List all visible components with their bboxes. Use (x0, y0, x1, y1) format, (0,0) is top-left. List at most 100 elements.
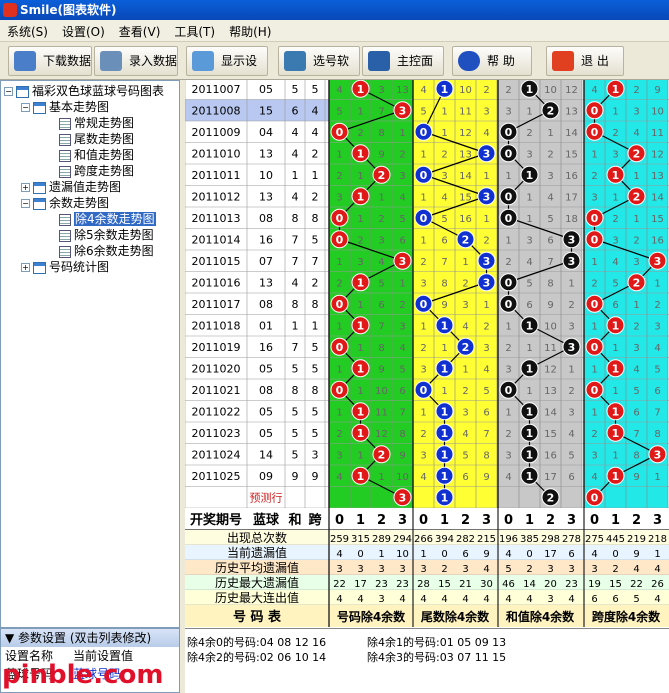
miss-value: 3 (462, 407, 468, 418)
miss-value: 1 (378, 192, 384, 203)
tree-stat[interactable]: + 号码统计图 (21, 259, 109, 275)
miss-value: 2 (612, 128, 618, 139)
ball-number: 1 (526, 362, 534, 375)
tree-mod4[interactable]: 除4余数走势图 (59, 211, 156, 227)
menu-tools[interactable]: 工具(T) (167, 20, 222, 43)
stat-value: 3 (357, 564, 363, 575)
chevron-down-icon[interactable]: ▼ (5, 631, 18, 645)
collapse-icon[interactable]: − (4, 87, 13, 96)
stat-value: 30 (480, 579, 493, 590)
miss-value: 6 (441, 235, 447, 246)
blue-ball-cell: 16 (259, 341, 273, 354)
menu-view[interactable]: 查看(V) (112, 20, 168, 43)
menu-system[interactable]: 系统(S) (0, 20, 55, 43)
header-digit: 3 (398, 513, 407, 528)
ball-number: 1 (526, 83, 534, 96)
ball-number: 1 (357, 319, 365, 332)
tree-normal[interactable]: 常规走势图 (59, 115, 134, 131)
input-label: 录入数据 (129, 54, 178, 68)
miss-value: 16 (651, 235, 664, 246)
header-digit: 0 (419, 513, 428, 528)
miss-value: 1 (526, 343, 532, 354)
stat-value: 266 (414, 534, 433, 545)
kua-cell: 2 (312, 147, 319, 160)
kua-cell: 5 (312, 405, 319, 418)
stat-value: 17 (354, 579, 367, 590)
stat-value: 0 (441, 549, 447, 560)
miss-value: 1 (336, 407, 342, 418)
stat-value: 315 (351, 534, 370, 545)
blue-ball-cell: 05 (259, 83, 273, 96)
blue-ball-cell: 08 (259, 384, 273, 397)
watermark: pinble.com (2, 660, 164, 690)
miss-value: 13 (459, 149, 472, 160)
miss-value: 10 (459, 85, 472, 96)
tree-sum[interactable]: 和值走势图 (59, 147, 134, 163)
miss-value: 1 (612, 386, 618, 397)
grid-icon (59, 149, 71, 162)
input-data-button[interactable]: 录入数据 (94, 46, 178, 76)
collapse-icon[interactable]: − (21, 103, 30, 112)
stat-value: 23 (375, 579, 388, 590)
power-icon (552, 51, 574, 71)
tree-miss[interactable]: + 遗漏值走势图 (21, 179, 121, 195)
he-cell: 1 (292, 319, 299, 332)
miss-value: 3 (357, 257, 363, 268)
miss-value: 10 (651, 106, 664, 117)
miss-value: 2 (483, 235, 489, 246)
download-data-button[interactable]: 下载数据 (8, 46, 92, 76)
help-button[interactable]: 帮 助 (452, 46, 532, 76)
ball-number: 0 (336, 233, 344, 246)
display-settings-button[interactable]: 显示设置 (186, 46, 268, 96)
collapse-icon[interactable]: − (21, 199, 30, 208)
he-cell: 6 (292, 104, 299, 117)
he-cell: 4 (292, 276, 299, 289)
stat-value: 2 (612, 564, 618, 575)
miss-value: 4 (591, 472, 597, 483)
ball-number: 0 (505, 190, 513, 203)
miss-value: 9 (483, 472, 489, 483)
ball-number: 3 (483, 190, 491, 203)
chart-tree: − 福彩双色球蓝球号码图表 − 基本走势图 常规走势图 尾数走势图 和值走势图 跨度… (0, 80, 180, 628)
miss-value: 5 (462, 450, 468, 461)
params-header[interactable]: ▼ 参数设置 (双击列表修改) (1, 629, 179, 647)
main-panel-button[interactable]: 主控面板 (362, 46, 444, 96)
miss-value: 1 (591, 364, 597, 375)
miss-value: 2 (357, 128, 363, 139)
select-software-button[interactable]: 选号软件 (278, 46, 360, 96)
miss-value: 1 (505, 171, 511, 182)
menu-settings[interactable]: 设置(O) (55, 20, 112, 43)
tree-mod6[interactable]: 除6余数走势图 (59, 243, 154, 259)
miss-value: 4 (483, 128, 489, 139)
miss-value: 14 (544, 407, 557, 418)
stat-value: 5 (505, 564, 511, 575)
period-cell: 2011009 (192, 126, 241, 139)
stat-value: 20 (544, 579, 557, 590)
miss-value: 10 (396, 472, 409, 483)
tree-span[interactable]: 跨度走势图 (59, 163, 134, 179)
stat-value: 219 (627, 534, 646, 545)
ball-number: 1 (612, 83, 620, 96)
grid-icon (59, 165, 71, 178)
blue-ball-cell: 16 (259, 233, 273, 246)
expand-icon[interactable]: + (21, 183, 30, 192)
ball-number: 0 (505, 276, 513, 289)
miss-value: 2 (336, 429, 342, 440)
tree-mod5[interactable]: 除5余数走势图 (59, 227, 154, 243)
kua-cell: 7 (312, 255, 319, 268)
miss-value: 6 (483, 407, 489, 418)
expand-icon[interactable]: + (21, 263, 30, 272)
miss-value: 1 (357, 171, 363, 182)
ball-number: 3 (399, 104, 407, 117)
tree-basic[interactable]: − 基本走势图 (21, 99, 109, 115)
stat-value: 385 (520, 534, 539, 545)
ball-number: 0 (591, 212, 599, 225)
exit-button[interactable]: 退 出 (546, 46, 624, 76)
miss-value: 8 (654, 429, 660, 440)
tree-root[interactable]: − 福彩双色球蓝球号码图表 (4, 83, 164, 99)
tree-rem[interactable]: − 余数走势图 (21, 195, 109, 211)
miss-value: 4 (505, 472, 511, 483)
tree-tail[interactable]: 尾数走势图 (59, 131, 134, 147)
ball-number: 3 (568, 233, 576, 246)
menu-help[interactable]: 帮助(H) (222, 20, 278, 43)
